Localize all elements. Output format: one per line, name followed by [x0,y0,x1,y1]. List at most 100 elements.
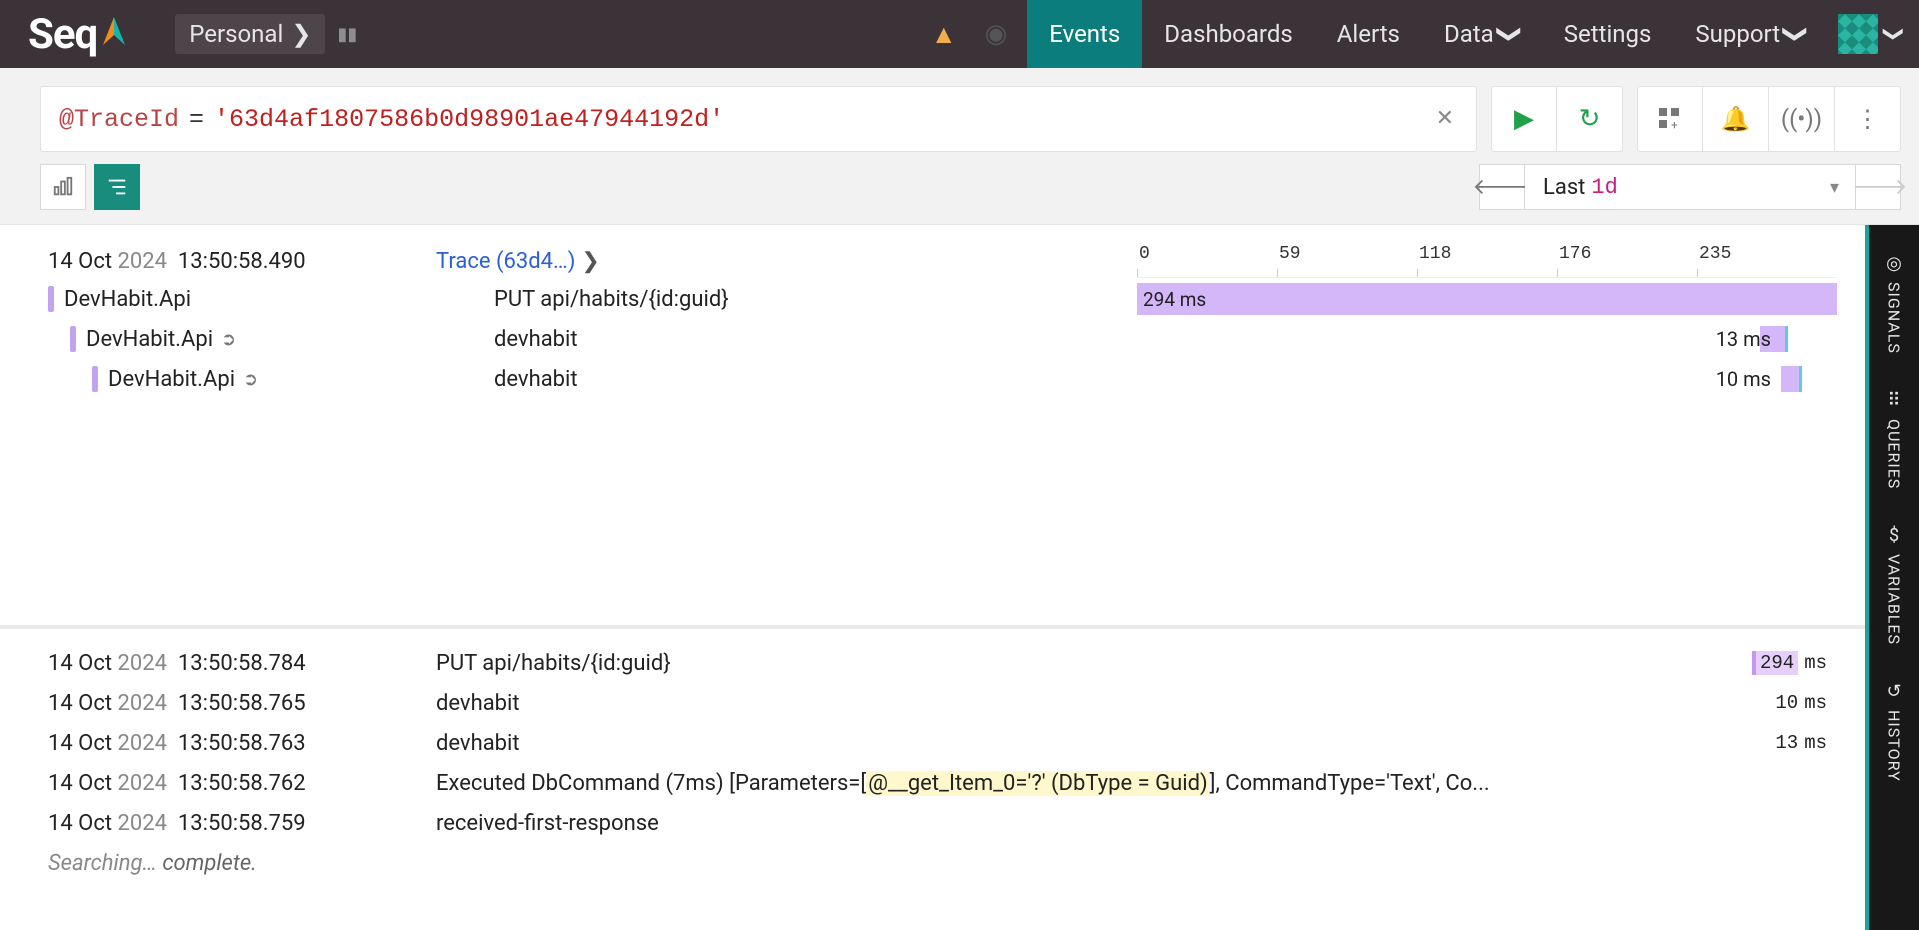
log-timestamp: 14 Oct 2024 13:50:58.784 [48,651,378,676]
search-status-progress: Searching… [48,851,157,876]
log-message: Executed DbCommand (7ms) [Parameters=[@_… [378,771,1763,796]
log-message: devhabit [378,691,1763,716]
ruler-tick: 59 [1277,244,1417,277]
run-query-button[interactable]: ▶ [1491,86,1557,152]
query-operator: = [189,105,204,134]
add-panel-button[interactable]: + [1637,86,1703,152]
variables-icon: $ [1889,525,1899,546]
rail-signals[interactable]: ◎ SIGNALS [1885,235,1904,372]
range-next-button[interactable]: 🡒 [1855,164,1901,210]
rail-queries-label: QUERIES [1885,419,1904,489]
right-rail: ◎ SIGNALS ⠿ QUERIES $ VARIABLES ↺ HISTOR… [1869,225,1919,930]
log-message: received-first-response [378,811,1763,836]
time-range-unit: 1d [1591,175,1617,200]
span-service: DevHabit.Api [48,286,438,312]
search-status: Searching… complete. [48,851,1837,876]
nav-data-label: Data [1444,20,1494,48]
trace-span-row[interactable]: DevHabit.Api➲devhabit 10 ms [48,359,1837,399]
avatar[interactable] [1838,14,1878,54]
nav-status-icons: ▲ ◉ [931,19,1007,50]
span-operation: devhabit [438,327,1137,352]
trace-span-row[interactable]: DevHabit.Api➲devhabit13 ms [48,319,1837,359]
workspace-selector[interactable]: Personal ❯ [175,14,325,54]
rail-signals-label: SIGNALS [1885,282,1904,354]
trace-header: 14 Oct 2024 13:50:58.490 Trace (63d4…) ❯… [48,243,1837,279]
rail-history-label: HISTORY [1885,710,1904,782]
nav-dashboards[interactable]: Dashboards [1142,0,1314,68]
history-icon: ↺ [1886,681,1901,702]
rail-variables[interactable]: $ VARIABLES [1885,507,1904,663]
log-row[interactable]: 14 Oct 2024 13:50:58.762Executed DbComma… [48,763,1837,803]
workspace-name: Personal [189,20,283,48]
gantt-bar [1781,366,1802,392]
chevron-down-icon: ❯ [291,20,311,48]
query-input[interactable]: @TraceId = '63d4af1807586b0d98901ae47944… [40,86,1477,152]
nav-events-label: Events [1049,20,1120,48]
span-operation: PUT api/habits/{id:guid} [438,287,1137,312]
trace-id-link[interactable]: Trace (63d4…) ❯ [436,249,600,274]
nav-settings-label: Settings [1564,20,1652,48]
theme-toggle-icon[interactable]: ◉ [985,19,1008,49]
service-name-label: DevHabit.Api [108,367,235,392]
nav-support-label: Support [1695,20,1780,48]
queries-icon: ⠿ [1887,390,1900,411]
main-nav: Events Dashboards Alerts Data❯ Settings … [1027,0,1828,68]
gantt-duration-label: 10 ms [1716,367,1771,391]
nav-support[interactable]: Support❯ [1673,0,1828,68]
top-navbar: Seq Personal ❯ ▮▮ ▲ ◉ Events Dashboards … [0,0,1919,68]
stream-button[interactable]: ((•)) [1769,86,1835,152]
span-color-bar [48,286,54,312]
trace-span-row[interactable]: DevHabit.ApiPUT api/habits/{id:guid}294 … [48,279,1837,319]
list-view-toggle[interactable] [94,164,140,210]
chart-view-toggle[interactable] [40,164,86,210]
log-row[interactable]: 14 Oct 2024 13:50:58.784PUT api/habits/{… [48,643,1837,683]
span-operation: devhabit [438,367,1137,392]
ruler-tick: 0 [1137,244,1277,277]
chevron-down-icon: ❯ [581,249,599,274]
ts-year: 2024 [118,249,167,274]
service-name-label: DevHabit.Api [64,287,191,312]
alert-button[interactable]: 🔔 [1703,86,1769,152]
ruler-tick: 118 [1417,244,1557,277]
auto-refresh-button[interactable]: ↻ [1557,86,1623,152]
log-row[interactable]: 14 Oct 2024 13:50:58.759received-first-r… [48,803,1837,843]
time-range-label: Last [1543,175,1585,200]
range-prev-button[interactable]: 🡐 [1479,164,1525,210]
trace-panel: 14 Oct 2024 13:50:58.490 Trace (63d4…) ❯… [0,225,1865,625]
span-gantt: 10 ms [1137,363,1837,395]
warning-icon[interactable]: ▲ [931,19,957,50]
clear-query-button[interactable]: ✕ [1428,102,1462,136]
log-panel: 14 Oct 2024 13:50:58.784PUT api/habits/{… [0,629,1865,930]
log-row[interactable]: 14 Oct 2024 13:50:58.765devhabit10ms [48,683,1837,723]
user-menu-caret-icon[interactable]: ❯ [1883,26,1907,43]
log-timestamp: 14 Oct 2024 13:50:58.762 [48,771,378,796]
logo: Seq [28,10,125,59]
ts-date: 14 Oct [48,249,112,274]
time-range-selector[interactable]: Last 1d ▾ [1525,164,1855,210]
db-param-highlight: @__get_Item_0='?' (DbType = Guid) [866,771,1209,796]
rail-variables-label: VARIABLES [1885,554,1904,645]
nav-alerts[interactable]: Alerts [1315,0,1422,68]
more-menu-button[interactable]: ⋮ [1835,86,1901,152]
log-timestamp: 14 Oct 2024 13:50:58.765 [48,691,378,716]
log-message: devhabit [378,731,1763,756]
rail-queries[interactable]: ⠿ QUERIES [1885,372,1904,507]
log-duration-chip: 294ms [1752,652,1827,674]
nav-settings[interactable]: Settings [1542,0,1674,68]
nav-events[interactable]: Events [1027,0,1142,68]
ts-time: 13:50:58.490 [178,249,306,274]
span-color-bar [70,326,76,352]
log-row[interactable]: 14 Oct 2024 13:50:58.763devhabit13ms [48,723,1837,763]
svg-text:+: + [1671,118,1678,130]
pin-icon[interactable]: ▮▮ [337,24,357,45]
nav-alerts-label: Alerts [1337,20,1400,48]
log-message: PUT api/habits/{id:guid} [378,651,1752,676]
gantt-duration-label: 13 ms [1716,327,1771,351]
span-service: DevHabit.Api➲ [48,366,438,392]
rail-history[interactable]: ↺ HISTORY [1885,663,1904,800]
span-gantt: 13 ms [1137,323,1837,355]
log-duration-chip: 13ms [1763,732,1827,754]
logo-text: Seq [28,10,97,59]
nav-data[interactable]: Data❯ [1422,0,1542,68]
log-timestamp: 14 Oct 2024 13:50:58.759 [48,811,378,836]
